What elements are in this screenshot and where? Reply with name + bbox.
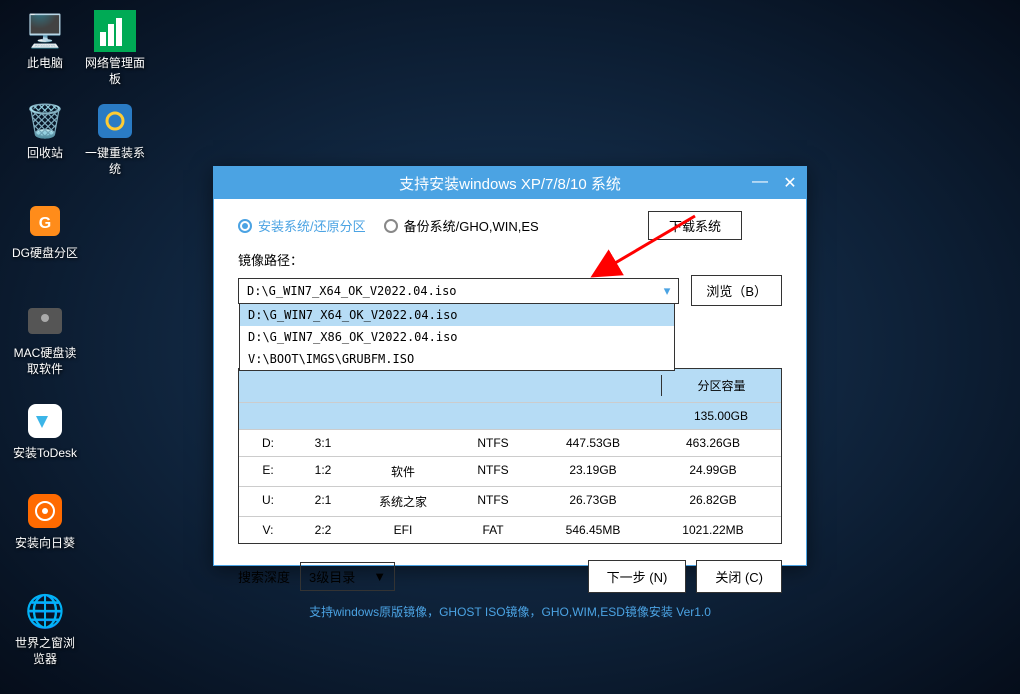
close-dialog-button[interactable]: 关闭 (C) [696,560,782,593]
globe-icon: 🌐 [24,590,66,632]
desktop-icon-recycle[interactable]: 🗑️ 回收站 [10,100,80,162]
cell-drive: U: [243,493,293,510]
dropdown-item[interactable]: D:\G_WIN7_X86_OK_V2022.04.iso [240,326,674,348]
radio-label: 安装系统/还原分区 [258,216,366,235]
installer-window: 支持安装windows XP/7/8/10 系统 — ✕ 安装系统/还原分区 备… [213,166,807,566]
icon-label: MAC硬盘读取软件 [10,346,80,377]
minimize-button[interactable]: — [750,173,770,193]
chart-icon [94,10,136,52]
radio-label: 备份系统/GHO,WIN,ES [404,216,539,235]
cell-drive: D: [243,436,293,450]
icon-label: 此电脑 [10,56,80,72]
download-system-button[interactable]: 下载系统 [648,211,742,240]
cell-free: 546.45MB [533,523,653,537]
disk-icon: G [24,200,66,242]
table-row[interactable]: V: 2:2 EFI FAT 546.45MB 1021.22MB [239,517,781,543]
cell-free: 26.73GB [533,493,653,510]
cell-num: 2:1 [293,493,353,510]
hdd-icon [24,300,66,342]
cell-fs: NTFS [453,463,533,480]
icon-label: 安装向日葵 [10,536,80,552]
cell-num: 3:1 [293,436,353,450]
window-title: 支持安装windows XP/7/8/10 系统 [399,173,621,194]
table-row[interactable]: 135.00GB [239,403,781,430]
table-row[interactable]: E: 1:2 软件 NTFS 23.19GB 24.99GB [239,457,781,487]
cell-free: 447.53GB [533,436,653,450]
search-depth-select[interactable]: 3级目录 ▼ [300,562,395,591]
table-row[interactable]: U: 2:1 系统之家 NTFS 26.73GB 26.82GB [239,487,781,517]
icon-label: DG硬盘分区 [10,246,80,262]
icon-label: 安装ToDesk [10,446,80,462]
cell-drive: V: [243,523,293,537]
cell-num: 2:2 [293,523,353,537]
desktop-icon-mac-disk[interactable]: MAC硬盘读取软件 [10,300,80,377]
cell-fs: FAT [453,523,533,537]
gear-icon [94,100,136,142]
next-button[interactable]: 下一步 (N) [588,560,687,593]
image-path-label: 镜像路径： [238,250,782,269]
table-row[interactable]: D: 3:1 NTFS 447.53GB 463.26GB [239,430,781,457]
radio-circle-icon [384,219,398,233]
depth-value: 3级目录 [309,567,355,586]
browse-button[interactable]: 浏览（B） [691,275,782,306]
cell-label [353,436,453,450]
desktop-icon-browser[interactable]: 🌐 世界之窗浏览器 [10,590,80,667]
icon-label: 一键重装系统 [80,146,150,177]
desktop-icon-todesk[interactable]: 安装ToDesk [10,400,80,462]
image-path-input[interactable]: D:\G_WIN7_X64_OK_V2022.04.iso ▼ D:\G_WIN… [238,278,679,304]
chevron-down-icon[interactable]: ▼ [664,284,671,297]
footer-text: 支持windows原版镜像，GHOST ISO镜像，GHO,WIM,ESD镜像安… [238,603,782,620]
todesk-icon [24,400,66,442]
chevron-down-icon: ▼ [373,569,386,584]
partition-table: 分区容量 135.00GB D: 3:1 NTFS 447.53GB 463.2… [238,368,782,544]
cell-total: 463.26GB [653,436,773,450]
desktop-icon-network-panel[interactable]: 网络管理面板 [80,10,150,87]
cell-label: 系统之家 [353,493,453,510]
cell-fs: NTFS [453,436,533,450]
icon-label: 网络管理面板 [80,56,150,87]
cell-total: 26.82GB [653,493,773,510]
icon-label: 回收站 [10,146,80,162]
cell-free: 23.19GB [533,463,653,480]
desktop-icon-reinstall[interactable]: 一键重装系统 [80,100,150,177]
cell-fs: NTFS [453,493,533,510]
cell-label: 软件 [353,463,453,480]
dropdown-item[interactable]: V:\BOOT\IMGS\GRUBFM.ISO [240,348,674,370]
icon-label: 世界之窗浏览器 [10,636,80,667]
cell-total: 24.99GB [653,463,773,480]
image-path-dropdown: D:\G_WIN7_X64_OK_V2022.04.iso D:\G_WIN7_… [239,303,675,371]
cell-drive: E: [243,463,293,480]
svg-text:G: G [39,215,51,232]
path-value: D:\G_WIN7_X64_OK_V2022.04.iso [247,284,457,298]
table-row[interactable]: 分区容量 [239,369,781,403]
desktop-icon-this-pc[interactable]: 🖥️ 此电脑 [10,10,80,72]
radio-circle-icon [238,219,252,233]
radio-backup[interactable]: 备份系统/GHO,WIN,ES [384,216,539,235]
desktop-icon-dg-partition[interactable]: G DG硬盘分区 [10,200,80,262]
sunflower-icon [24,490,66,532]
radio-install-restore[interactable]: 安装系统/还原分区 [238,216,366,235]
cell-total: 分区容量 [661,375,781,396]
cell-total: 135.00GB [661,409,781,423]
close-button[interactable]: ✕ [780,173,800,193]
search-depth-label: 搜索深度 [238,567,290,586]
trash-icon: 🗑️ [24,100,66,142]
titlebar[interactable]: 支持安装windows XP/7/8/10 系统 — ✕ [214,167,806,199]
desktop-icon-sunflower[interactable]: 安装向日葵 [10,490,80,552]
monitor-icon: 🖥️ [24,10,66,52]
cell-total: 1021.22MB [653,523,773,537]
cell-num: 1:2 [293,463,353,480]
dropdown-item[interactable]: D:\G_WIN7_X64_OK_V2022.04.iso [240,304,674,326]
cell-label: EFI [353,523,453,537]
